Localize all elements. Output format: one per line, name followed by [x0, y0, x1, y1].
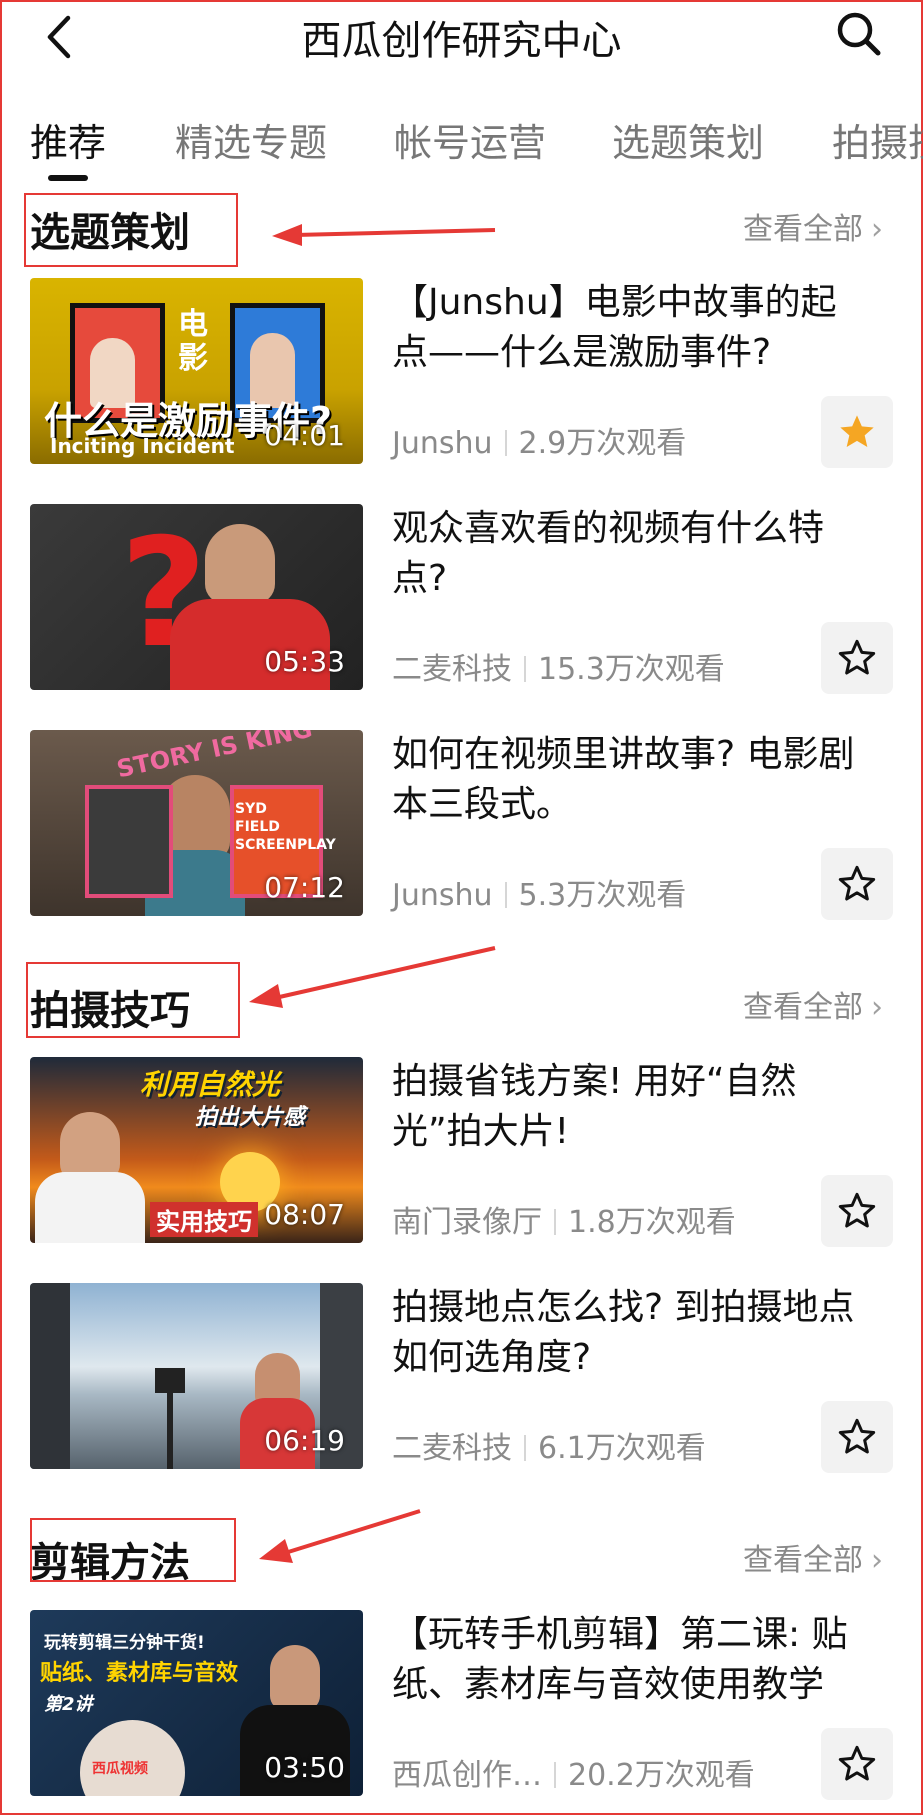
- chevron-right-icon: ›: [871, 990, 883, 1025]
- video-meta: Junshu 5.3万次观看: [392, 870, 686, 914]
- see-all-link[interactable]: 查看全部 ›: [743, 1535, 883, 1579]
- thumbnail-subcaption: 拍出大片感: [195, 1105, 306, 1130]
- video-duration: 08:07: [264, 1198, 345, 1231]
- thumbnail-subcaption: Inciting Incident: [50, 434, 235, 458]
- meta-divider: [504, 882, 507, 908]
- video-views: 6.1万次观看: [538, 1431, 706, 1466]
- video-title[interactable]: 拍摄地点怎么找? 到拍摄地点如何选角度?: [392, 1283, 872, 1383]
- video-duration: 04:01: [264, 419, 345, 452]
- meta-divider: [554, 1762, 556, 1788]
- see-all-link[interactable]: 查看全部 ›: [743, 204, 883, 248]
- star-outline-icon: [838, 1192, 876, 1228]
- video-views: 5.3万次观看: [518, 878, 687, 913]
- video-title[interactable]: 如何在视频里讲故事? 电影剧本三段式。: [392, 730, 872, 830]
- thumbnail-tag: 第2讲: [44, 1694, 93, 1715]
- annotation-arrow: [259, 1509, 421, 1563]
- video-card[interactable]: ? 05:33 观众喜欢看的视频有什么特点? 二麦科技 15.3万次观看: [30, 504, 893, 694]
- see-all-label: 查看全部: [743, 990, 863, 1025]
- thumbnail-subcaption: SYD FIELD SCREENPLAY: [235, 801, 336, 853]
- brand-logo: 西瓜视频: [92, 1761, 148, 1777]
- video-views: 15.3万次观看: [538, 652, 725, 687]
- video-duration: 03:50: [264, 1751, 345, 1784]
- video-views: 20.2万次观看: [568, 1758, 755, 1793]
- see-all-label: 查看全部: [743, 212, 863, 247]
- video-views: 2.9万次观看: [518, 426, 687, 461]
- chevron-right-icon: ›: [871, 212, 883, 247]
- video-thumbnail: 利用自然光 拍出大片感 实用技巧 08:07: [30, 1057, 363, 1243]
- annotation-arrow: [272, 224, 496, 246]
- video-title[interactable]: 拍摄省钱方案! 用好“自然光”拍大片!: [392, 1057, 872, 1157]
- video-author: 南门录像厅: [392, 1205, 542, 1240]
- meta-divider: [524, 1435, 526, 1461]
- video-meta: 南门录像厅 1.8万次观看: [392, 1197, 736, 1241]
- tab-featured-topics[interactable]: 精选专题: [175, 112, 327, 167]
- thumbnail-caption: STORY IS KING: [114, 730, 315, 784]
- video-thumbnail: ? 05:33: [30, 504, 363, 690]
- video-thumbnail: 电影 什么是激励事件? Inciting Incident 04:01: [30, 278, 363, 464]
- annotation-arrow: [249, 946, 496, 1008]
- video-card[interactable]: STORY IS KING SYD FIELD SCREENPLAY 07:12…: [30, 730, 893, 920]
- thumbnail-tag: 实用技巧: [150, 1202, 258, 1237]
- tab-recommended[interactable]: 推荐: [30, 112, 106, 167]
- favorite-button[interactable]: [821, 1401, 893, 1473]
- see-all-link[interactable]: 查看全部 ›: [743, 982, 883, 1026]
- star-outline-icon: [838, 639, 876, 675]
- video-thumbnail: 06:19: [30, 1283, 363, 1469]
- tab-topic-planning[interactable]: 选题策划: [612, 112, 764, 167]
- video-card[interactable]: 电影 什么是激励事件? Inciting Incident 04:01 【Jun…: [30, 278, 893, 468]
- video-meta: 西瓜创作… 20.2万次观看: [392, 1750, 755, 1794]
- favorite-button[interactable]: [821, 622, 893, 694]
- video-meta: 二麦科技 6.1万次观看: [392, 1423, 706, 1467]
- search-button[interactable]: [831, 6, 887, 62]
- search-icon: [837, 12, 881, 56]
- tab-active-indicator: [48, 175, 88, 181]
- tab-account-ops[interactable]: 帐号运营: [394, 112, 546, 167]
- video-views: 1.8万次观看: [568, 1205, 736, 1240]
- tab-bar: 推荐 精选专题 帐号运营 选题策划 拍摄技巧: [0, 112, 923, 184]
- thumbnail-caption: 利用自然光: [140, 1068, 281, 1101]
- see-all-label: 查看全部: [743, 1543, 863, 1578]
- star-filled-icon: [840, 415, 874, 447]
- video-thumbnail: 玩转剪辑三分钟干货! 贴纸、素材库与音效 第2讲 西瓜视频 03:50: [30, 1610, 363, 1796]
- page-title: 西瓜创作研究中心: [301, 18, 622, 64]
- video-author: Junshu: [392, 426, 493, 461]
- meta-divider: [504, 430, 507, 456]
- favorite-button[interactable]: [821, 396, 893, 468]
- video-card[interactable]: 06:19 拍摄地点怎么找? 到拍摄地点如何选角度? 二麦科技 6.1万次观看: [30, 1283, 893, 1473]
- annotation-box: [26, 962, 240, 1038]
- video-title[interactable]: 观众喜欢看的视频有什么特点?: [392, 504, 872, 604]
- meta-divider: [554, 1209, 556, 1235]
- tab-shooting-skills[interactable]: 拍摄技巧: [832, 112, 923, 167]
- annotation-box: [30, 1518, 236, 1582]
- star-outline-icon: [838, 865, 876, 901]
- video-meta: 二麦科技 15.3万次观看: [392, 644, 725, 688]
- chevron-right-icon: ›: [871, 1543, 883, 1578]
- thumbnail-caption: 电影: [178, 307, 208, 376]
- meta-divider: [524, 656, 526, 682]
- annotation-box: [24, 193, 238, 267]
- video-author: 西瓜创作…: [392, 1758, 542, 1793]
- video-card[interactable]: 利用自然光 拍出大片感 实用技巧 08:07 拍摄省钱方案! 用好“自然光”拍大…: [30, 1057, 893, 1247]
- thumbnail-caption: 玩转剪辑三分钟干货!: [44, 1633, 205, 1653]
- video-author: 二麦科技: [392, 1431, 512, 1466]
- video-duration: 06:19: [264, 1424, 345, 1457]
- top-bar: 西瓜创作研究中心: [0, 0, 923, 72]
- star-outline-icon: [838, 1745, 876, 1781]
- video-thumbnail: STORY IS KING SYD FIELD SCREENPLAY 07:12: [30, 730, 363, 916]
- star-outline-icon: [838, 1418, 876, 1454]
- video-duration: 05:33: [264, 645, 345, 678]
- thumbnail-subcaption: 贴纸、素材库与音效: [40, 1661, 239, 1686]
- favorite-button[interactable]: [821, 848, 893, 920]
- video-title[interactable]: 【玩转手机剪辑】第二课: 贴纸、素材库与音效使用教学: [392, 1610, 872, 1710]
- video-author: 二麦科技: [392, 652, 512, 687]
- favorite-button[interactable]: [821, 1175, 893, 1247]
- video-title[interactable]: 【Junshu】电影中故事的起点——什么是激励事件?: [392, 278, 872, 378]
- video-duration: 07:12: [264, 871, 345, 904]
- video-meta: Junshu 2.9万次观看: [392, 418, 686, 462]
- favorite-button[interactable]: [821, 1728, 893, 1800]
- video-card[interactable]: 玩转剪辑三分钟干货! 贴纸、素材库与音效 第2讲 西瓜视频 03:50 【玩转手…: [30, 1610, 893, 1800]
- video-author: Junshu: [392, 878, 493, 913]
